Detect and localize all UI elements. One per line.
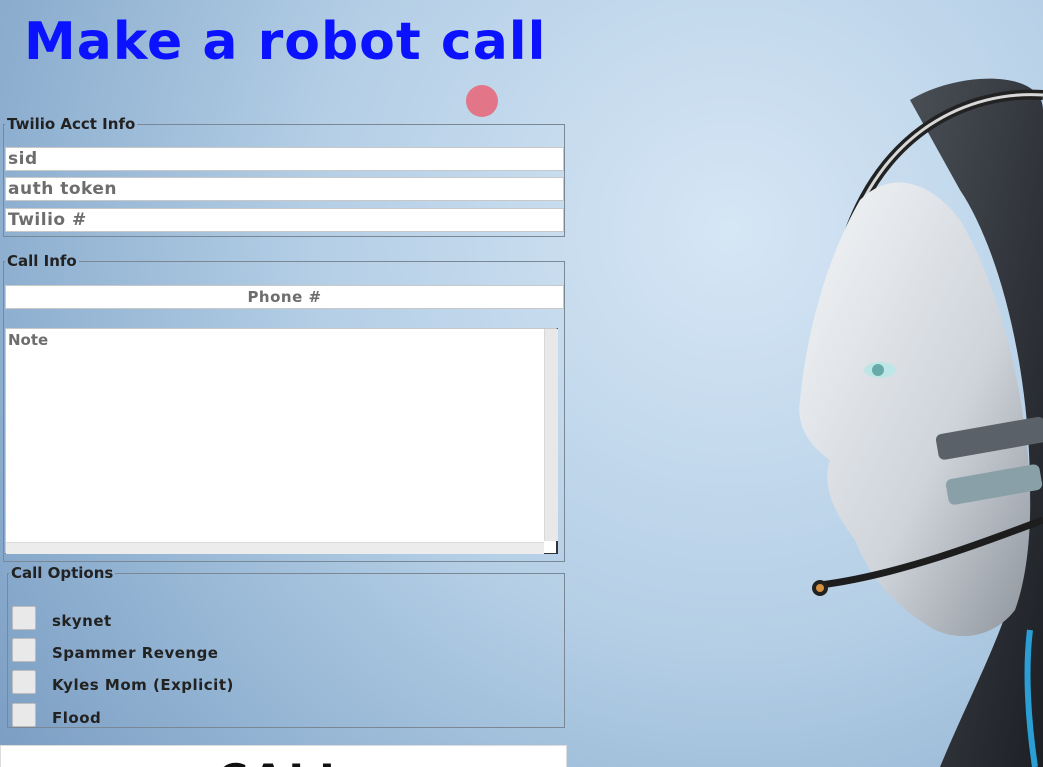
sid-input[interactable]: [5, 147, 564, 171]
status-dot-icon: [466, 85, 498, 117]
twilio-acct-info-group: Twilio Acct Info: [3, 115, 565, 237]
option-checkbox[interactable]: [12, 638, 36, 662]
option-skynet[interactable]: skynet: [12, 606, 412, 632]
twilio-number-input[interactable]: [5, 208, 564, 232]
auth-token-input[interactable]: [5, 177, 564, 201]
twilio-acct-info-legend: Twilio Acct Info: [7, 115, 136, 133]
option-checkbox[interactable]: [12, 703, 36, 727]
call-button[interactable]: CALL: [0, 745, 567, 767]
option-checkbox[interactable]: [12, 670, 36, 694]
note-horizontal-scrollbar[interactable]: [6, 542, 544, 554]
note-vertical-scrollbar[interactable]: [544, 329, 558, 541]
option-label: skynet: [52, 612, 112, 630]
option-kyles-mom[interactable]: Kyles Mom (Explicit): [12, 670, 412, 696]
option-label: Spammer Revenge: [52, 644, 219, 662]
call-options-legend: Call Options: [11, 564, 114, 582]
call-info-group: Call Info: [3, 252, 565, 562]
option-flood[interactable]: Flood: [12, 703, 412, 729]
phone-number-input[interactable]: [5, 285, 564, 309]
page-title: Make a robot call: [24, 12, 547, 72]
option-checkbox[interactable]: [12, 606, 36, 630]
call-info-legend: Call Info: [7, 252, 77, 270]
call-options-group: Call Options skynet Spammer Revenge Kyle…: [7, 564, 565, 728]
option-spammer-revenge[interactable]: Spammer Revenge: [12, 638, 412, 664]
note-textarea[interactable]: [5, 328, 558, 554]
option-label: Kyles Mom (Explicit): [52, 676, 234, 694]
robot-headset-image: [799, 78, 1043, 767]
option-label: Flood: [52, 709, 102, 727]
